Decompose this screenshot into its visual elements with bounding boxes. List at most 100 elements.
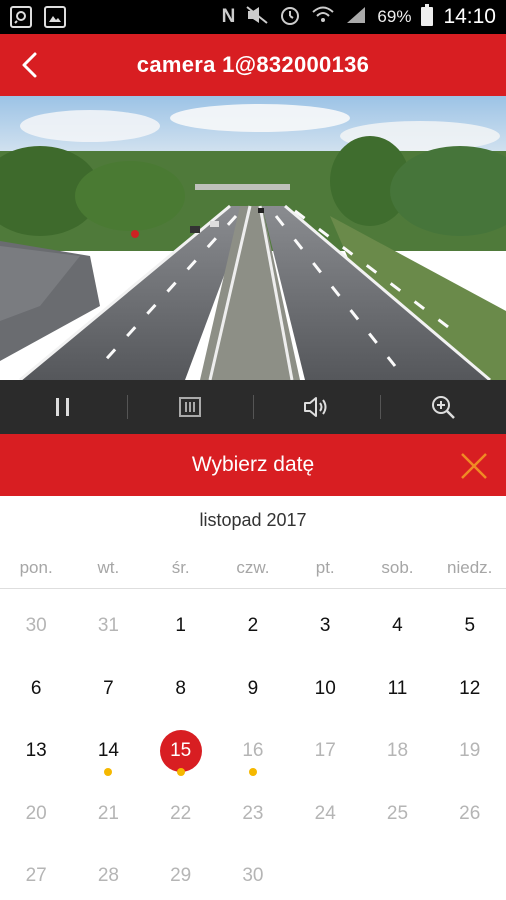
calendar-day[interactable]: 2: [217, 595, 289, 658]
calendar-day-number: 29: [170, 865, 192, 887]
gallery-icon: [44, 6, 66, 28]
calendar-day-number: 17: [314, 740, 336, 762]
close-button[interactable]: [454, 446, 494, 486]
close-icon: [461, 453, 487, 479]
calendar-day-number: 30: [25, 615, 47, 637]
recording-indicator-dot: [176, 768, 185, 776]
calendar-week-row: 30 31 1 2 3 4 5: [0, 595, 506, 658]
calendar-day-number: 14: [97, 740, 119, 762]
battery-percent: 69%: [377, 7, 412, 26]
calendar-day-number: 13: [25, 740, 47, 762]
nfc-icon: N: [221, 6, 236, 27]
calendar-day-number: 9: [247, 677, 259, 699]
calendar-day-number: 22: [170, 802, 192, 824]
calendar-day: 31: [72, 595, 144, 658]
calendar-day-number: 7: [103, 677, 114, 699]
status-bar: N 69% 14:10: [0, 0, 506, 34]
playback-controls: [0, 380, 506, 434]
calendar-day: 24: [289, 783, 361, 846]
camera-video-feed[interactable]: [0, 96, 506, 380]
calendar-day-number: 28: [97, 865, 119, 887]
pause-icon: [56, 398, 70, 416]
calendar-day-number: 24: [314, 802, 336, 824]
calendar-day: 29: [145, 845, 217, 900]
date-picker-header: Wybierz datę: [0, 434, 506, 496]
calendar-day-number: 31: [97, 615, 119, 637]
calendar-day-number: 18: [386, 740, 409, 762]
calendar-day: 16: [217, 720, 289, 783]
calendar-day[interactable]: 11: [361, 658, 433, 721]
calendar-day: 19: [434, 720, 506, 783]
calendar-day[interactable]: 7: [72, 658, 144, 721]
page-title: camera 1@832000136: [136, 52, 370, 77]
calendar-day: 26: [434, 783, 506, 846]
calendar-day: 28: [72, 845, 144, 900]
calendar-day: 17: [289, 720, 361, 783]
record-icon: [178, 397, 201, 417]
calendar-day-number: 5: [464, 615, 476, 637]
calendar-grid: 30 31 1 2 3 4 5 6 7 8 9 10 11 12 13 14 15 16 17 18 19 20 21 22 2…: [0, 595, 506, 900]
calendar-week-row: 13 14 15 16 17 18 19: [0, 720, 506, 783]
calendar-empty-cell: [361, 845, 433, 900]
calendar-day[interactable]: 14: [72, 720, 144, 783]
calendar-day-number: 1: [175, 615, 186, 637]
weekday-label: pon.: [19, 558, 53, 577]
weekday-label: niedz.: [447, 558, 493, 577]
calendar-day-number: 6: [30, 677, 42, 699]
calendar-day-number: 30: [242, 865, 264, 887]
calendar-day[interactable]: 10: [289, 658, 361, 721]
weekday-label: pt.: [315, 558, 335, 577]
calendar-day: 30: [217, 845, 289, 900]
calendar-day-selected[interactable]: 15: [145, 720, 217, 783]
calendar-day[interactable]: 8: [145, 658, 217, 721]
signal-icon: [345, 5, 367, 30]
calendar-day[interactable]: 6: [0, 658, 72, 721]
clock: 14:10: [443, 5, 496, 28]
calendar-day: 18: [361, 720, 433, 783]
calendar-day-number: 2: [247, 615, 259, 637]
volume-button[interactable]: [253, 380, 380, 434]
calendar-day: 23: [217, 783, 289, 846]
calendar-day: 30: [0, 595, 72, 658]
calendar-empty-cell: [434, 845, 506, 900]
calendar-day: 20: [0, 783, 72, 846]
calendar-day-number: 20: [25, 802, 47, 824]
calendar-day: 27: [0, 845, 72, 900]
calendar-week-row: 6 7 8 9 10 11 12: [0, 658, 506, 721]
calendar-day-number: 16: [242, 740, 264, 762]
calendar-day[interactable]: 9: [217, 658, 289, 721]
calendar-week-row: 27 28 29 30: [0, 845, 506, 900]
weekday-header-row: pon. wt. śr. czw. pt. sob. niedz.: [0, 558, 506, 588]
calendar-day[interactable]: 5: [434, 595, 506, 658]
calendar-day-number: 26: [459, 802, 481, 824]
alarm-icon: [279, 4, 301, 31]
calendar-day: 25: [361, 783, 433, 846]
divider: [0, 588, 506, 589]
calendar-day-number: 4: [392, 615, 403, 637]
calendar-day-number: 19: [459, 740, 481, 762]
mute-icon: [245, 5, 269, 30]
calendar-day[interactable]: 13: [0, 720, 72, 783]
volume-icon: [304, 397, 327, 417]
zoom-in-button[interactable]: [379, 380, 506, 434]
calendar-day[interactable]: 4: [361, 595, 433, 658]
calendar-day[interactable]: 1: [145, 595, 217, 658]
calendar-day: 21: [72, 783, 144, 846]
calendar-week-row: 20 21 22 23 24 25 26: [0, 783, 506, 846]
weekday-label: wt.: [97, 558, 120, 577]
calendar-day[interactable]: 12: [434, 658, 506, 721]
calendar-day-number: 15: [170, 740, 192, 762]
record-button[interactable]: [126, 380, 254, 434]
calendar-day-number: 11: [387, 677, 408, 699]
weekday-label: śr.: [171, 558, 190, 577]
zoom-in-icon: [431, 396, 455, 419]
calendar-day-number: 23: [242, 802, 264, 824]
calendar-day-number: 21: [97, 802, 119, 824]
date-picker-title: Wybierz datę: [191, 453, 315, 476]
weekday-label: czw.: [236, 558, 270, 577]
app-bar: camera 1@832000136: [0, 34, 506, 96]
pause-button[interactable]: [0, 380, 127, 434]
calendar-day[interactable]: 3: [289, 595, 361, 658]
weekday-label: sob.: [381, 558, 414, 577]
calendar-empty-cell: [289, 845, 361, 900]
